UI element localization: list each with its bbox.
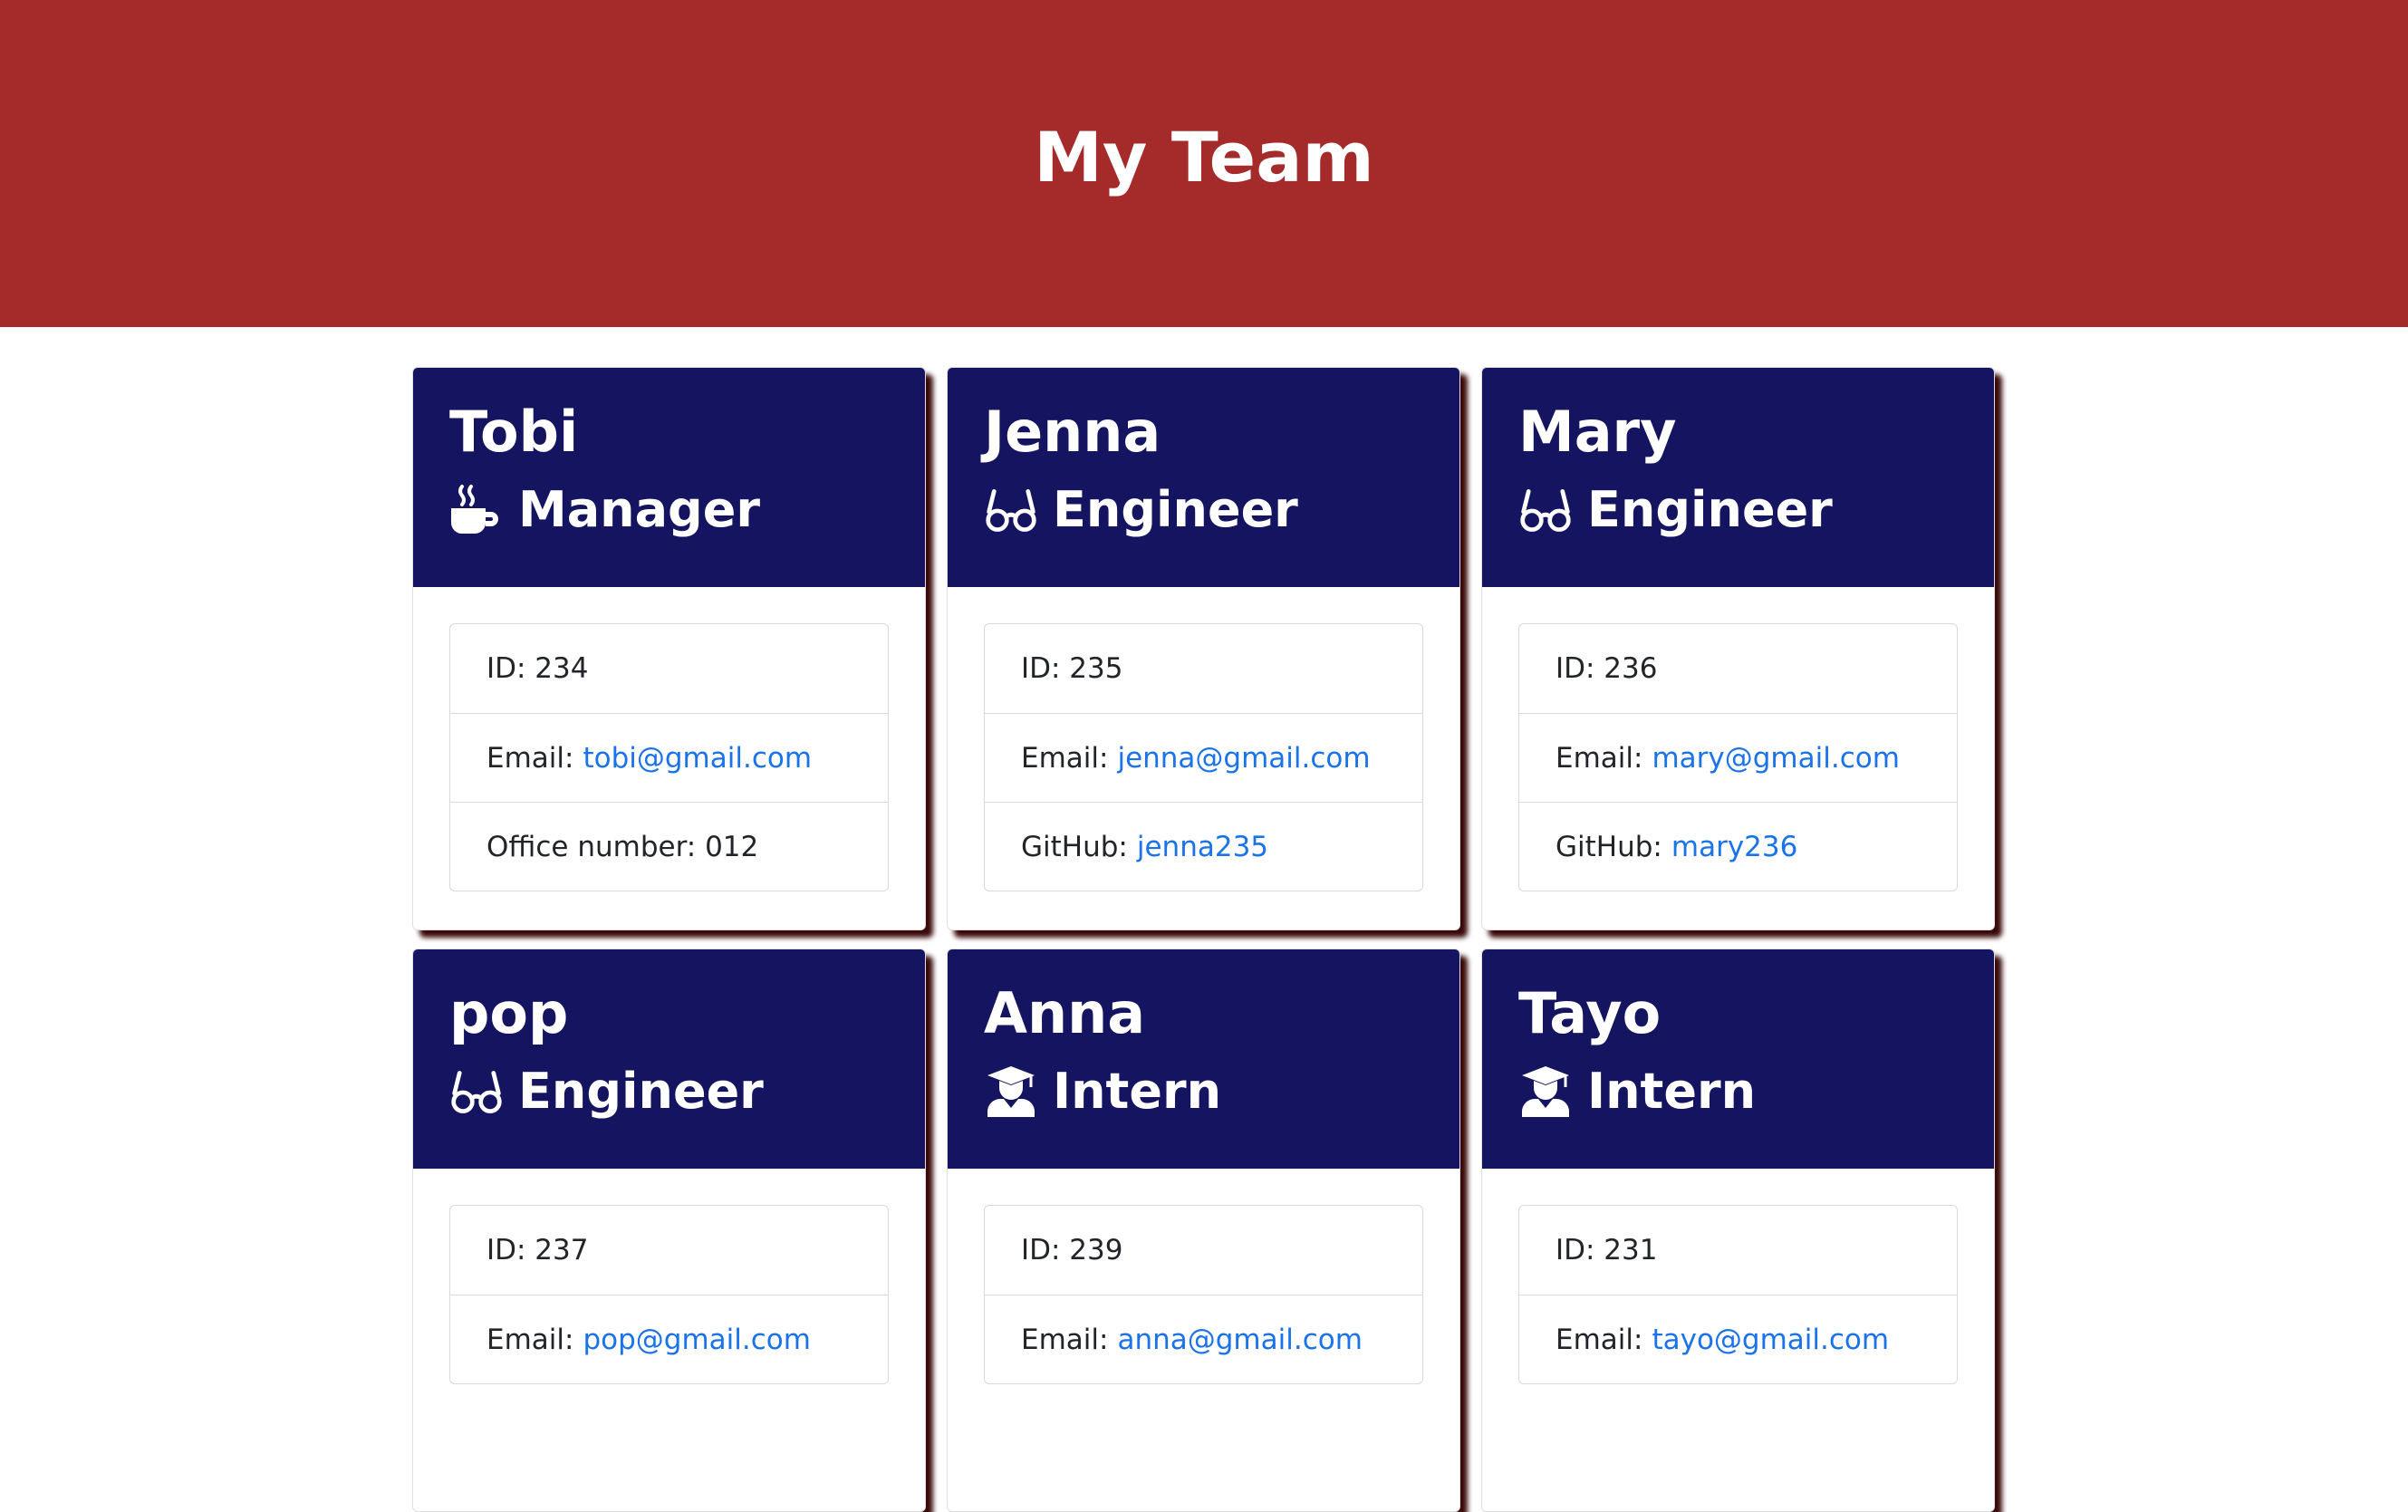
- employee-name: Jenna: [984, 399, 1161, 465]
- email-label: Email:: [486, 741, 574, 775]
- id-text: ID: 239: [1021, 1234, 1123, 1266]
- office-item: Office number: 012: [450, 802, 888, 891]
- office-number: Office number: 012: [486, 830, 759, 863]
- id-item: ID: 234: [450, 624, 888, 713]
- employee-role: Intern: [984, 1055, 1423, 1129]
- role-label: Intern: [1053, 1063, 1222, 1120]
- card-body: ID: 236 Email: mary@gmail.com GitHub: mary…: [1482, 587, 1994, 928]
- email-item: Email: jenna@gmail.com: [985, 713, 1422, 802]
- github-link[interactable]: jenna235: [1137, 831, 1268, 863]
- id-text: ID: 234: [486, 652, 589, 685]
- card-header: Jenna Engineer: [948, 368, 1459, 587]
- coffee-icon: [449, 483, 504, 537]
- info-list: ID: 235 Email: jenna@gmail.com GitHub: jen…: [984, 623, 1423, 891]
- card-header: Tobi Manager: [413, 368, 925, 587]
- email-link[interactable]: tayo@gmail.com: [1652, 1324, 1889, 1356]
- team-grid: Tobi Manager ID: 234 Email: tobi@gmail.co…: [412, 367, 1999, 1512]
- email-item: Email: anna@gmail.com: [985, 1295, 1422, 1383]
- card-body: ID: 239 Email: anna@gmail.com: [948, 1169, 1459, 1421]
- employee-role: Manager: [449, 473, 889, 547]
- github-label: GitHub:: [1021, 830, 1128, 863]
- info-list: ID: 231 Email: tayo@gmail.com: [1518, 1205, 1958, 1384]
- card-header: Mary Engineer: [1482, 368, 1994, 587]
- employee-card: Mary Engineer ID: 236 Email: mary@gmail.c…: [1481, 367, 1995, 930]
- email-link[interactable]: anna@gmail.com: [1117, 1324, 1362, 1356]
- page-header: My Team: [0, 0, 2408, 327]
- employee-name: pop: [449, 980, 569, 1046]
- role-label: Engineer: [518, 1063, 764, 1120]
- glasses-icon: [449, 1064, 504, 1119]
- glasses-icon: [984, 483, 1038, 537]
- card-header: pop Engineer: [413, 949, 925, 1169]
- id-text: ID: 231: [1556, 1234, 1658, 1266]
- github-label: GitHub:: [1556, 830, 1662, 863]
- card-header: Tayo Intern: [1482, 949, 1994, 1169]
- email-link[interactable]: jenna@gmail.com: [1117, 742, 1370, 775]
- card-body: ID: 231 Email: tayo@gmail.com: [1482, 1169, 1994, 1421]
- email-label: Email:: [1021, 741, 1109, 775]
- employee-card: Jenna Engineer ID: 235 Email: jenna@gmail…: [947, 367, 1460, 930]
- github-item: GitHub: mary236: [1519, 802, 1957, 891]
- graduate-icon: [984, 1064, 1038, 1119]
- role-label: Engineer: [1587, 481, 1833, 538]
- employee-card: Tobi Manager ID: 234 Email: tobi@gmail.co…: [412, 367, 926, 930]
- glasses-icon: [1518, 483, 1573, 537]
- id-item: ID: 239: [985, 1206, 1422, 1295]
- employee-card: pop Engineer ID: 237 Email: pop@gmail.com: [412, 949, 926, 1512]
- id-item: ID: 237: [450, 1206, 888, 1295]
- graduate-icon: [1518, 1064, 1573, 1119]
- email-link[interactable]: pop@gmail.com: [583, 1324, 810, 1356]
- id-item: ID: 236: [1519, 624, 1957, 713]
- email-link[interactable]: tobi@gmail.com: [583, 742, 812, 775]
- employee-name: Tobi: [449, 399, 579, 465]
- email-label: Email:: [1556, 741, 1643, 775]
- info-list: ID: 236 Email: mary@gmail.com GitHub: mary…: [1518, 623, 1958, 891]
- employee-card: Tayo Intern ID: 231 Email: tayo@gmail.com: [1481, 949, 1995, 1512]
- role-label: Manager: [518, 481, 760, 538]
- role-label: Intern: [1587, 1063, 1757, 1120]
- email-label: Email:: [1556, 1323, 1643, 1356]
- card-body: ID: 234 Email: tobi@gmail.com Office numb…: [413, 587, 925, 928]
- employee-card: Anna Intern ID: 239 Email: anna@gmail.com: [947, 949, 1460, 1512]
- info-list: ID: 234 Email: tobi@gmail.com Office numb…: [449, 623, 889, 891]
- employee-role: Intern: [1518, 1055, 1958, 1129]
- email-item: Email: mary@gmail.com: [1519, 713, 1957, 802]
- id-item: ID: 231: [1519, 1206, 1957, 1295]
- card-body: ID: 235 Email: jenna@gmail.com GitHub: jen…: [948, 587, 1459, 928]
- email-label: Email:: [1021, 1323, 1109, 1356]
- card-body: ID: 237 Email: pop@gmail.com: [413, 1169, 925, 1421]
- email-item: Email: tobi@gmail.com: [450, 713, 888, 802]
- employee-name: Tayo: [1518, 980, 1662, 1046]
- email-item: Email: pop@gmail.com: [450, 1295, 888, 1383]
- github-link[interactable]: mary236: [1671, 831, 1797, 863]
- id-text: ID: 237: [486, 1234, 589, 1266]
- github-item: GitHub: jenna235: [985, 802, 1422, 891]
- employee-name: Anna: [984, 980, 1146, 1046]
- id-text: ID: 235: [1021, 652, 1123, 685]
- email-label: Email:: [486, 1323, 574, 1356]
- page-title: My Team: [1034, 117, 1374, 197]
- email-item: Email: tayo@gmail.com: [1519, 1295, 1957, 1383]
- employee-name: Mary: [1518, 399, 1677, 465]
- employee-role: Engineer: [984, 473, 1423, 547]
- role-label: Engineer: [1053, 481, 1298, 538]
- id-text: ID: 236: [1556, 652, 1658, 685]
- id-item: ID: 235: [985, 624, 1422, 713]
- info-list: ID: 237 Email: pop@gmail.com: [449, 1205, 889, 1384]
- employee-role: Engineer: [449, 1055, 889, 1129]
- card-header: Anna Intern: [948, 949, 1459, 1169]
- info-list: ID: 239 Email: anna@gmail.com: [984, 1205, 1423, 1384]
- email-link[interactable]: mary@gmail.com: [1652, 742, 1899, 775]
- employee-role: Engineer: [1518, 473, 1958, 547]
